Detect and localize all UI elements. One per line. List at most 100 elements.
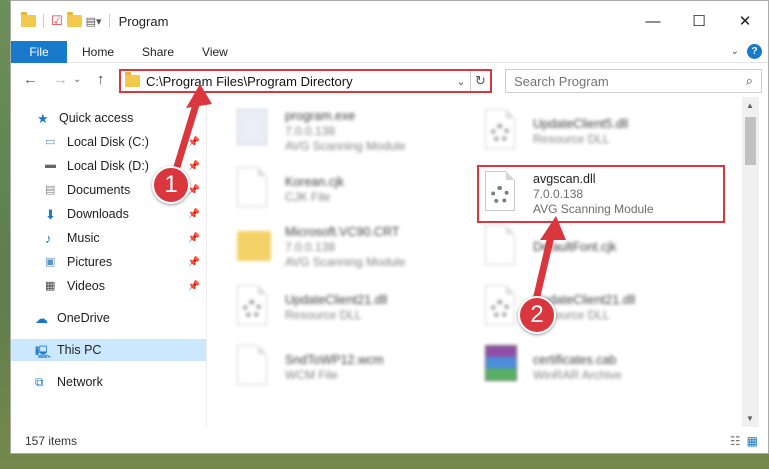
file-item[interactable]: UpdateClient21.dll Resource DLL (231, 281, 461, 333)
folder-icon (21, 12, 36, 27)
search-box[interactable]: ⌕ (505, 69, 762, 93)
file-version: 7.0.0.138 (285, 240, 336, 254)
sidebar-item-local-disk-c[interactable]: ▭ Local Disk (C:) 📌 (11, 131, 206, 153)
file-item[interactable]: DefaultFont.cjk (479, 221, 709, 273)
file-name: certificates.cab (533, 352, 617, 367)
sidebar-item-network[interactable]: ⧉ Network (11, 371, 206, 393)
pin-icon: 📌 (187, 136, 200, 148)
file-item[interactable]: UpdateClient21.dll Resource DLL (479, 281, 709, 333)
search-icon: ⌕ (745, 73, 753, 88)
pin-icon: 📌 (187, 256, 200, 268)
cloud-icon: ☁ (35, 311, 48, 326)
tab-home[interactable]: Home (67, 45, 128, 59)
file-description: AVG Scanning Module (285, 255, 406, 269)
file-item[interactable]: certificates.cab WinRAR Archive (479, 341, 709, 393)
minimize-button[interactable]: — (630, 1, 676, 41)
navigation-bar: ← → ⌄ ↑ C:\Program Files\Program Directo… (11, 63, 768, 97)
chevron-down-icon[interactable]: ⌄ (452, 75, 470, 88)
folder-icon (125, 72, 140, 87)
sidebar-item-videos[interactable]: ▦ Videos 📌 (11, 275, 206, 297)
recent-locations-icon[interactable]: ⌄ (73, 74, 81, 85)
computer-icon: 🖳 (35, 345, 52, 359)
sidebar-item-label: Documents (67, 183, 131, 197)
window-title: Program (118, 13, 169, 29)
file-icon (485, 225, 515, 265)
search-input[interactable] (506, 73, 726, 89)
sidebar-item-label: Downloads (67, 207, 129, 221)
sidebar-item-pictures[interactable]: ▣ Pictures 📌 (11, 251, 206, 273)
sidebar-item-label: Local Disk (C:) (67, 135, 149, 149)
scroll-down-icon[interactable]: ▼ (746, 414, 754, 423)
file-name: Microsoft.VC90.CRT (285, 225, 400, 239)
dll-icon (485, 171, 515, 211)
sidebar-item-label: OneDrive (57, 311, 110, 325)
help-icon[interactable]: ? (747, 44, 762, 59)
sidebar-item-onedrive[interactable]: ☁ OneDrive (11, 307, 206, 329)
tab-share[interactable]: Share (128, 45, 188, 59)
close-button[interactable]: ✕ (722, 1, 768, 41)
tab-file[interactable]: File (11, 40, 67, 63)
refresh-icon[interactable]: ↻ (470, 71, 490, 91)
sidebar-item-label: Network (57, 375, 103, 389)
ribbon-right: ⌄ ? (731, 44, 762, 59)
properties-icon[interactable]: ☑ (51, 13, 63, 29)
file-item[interactable]: UpdateClient5.dll Resource DLL (479, 105, 709, 157)
file-item[interactable]: Korean.cjk CJK File (231, 163, 461, 215)
status-bar: 157 items ☷ ▦ (11, 429, 768, 453)
file-item-avgscan[interactable]: avgscan.dll 7.0.0.138 AVG Scanning Modul… (477, 165, 725, 223)
vertical-scrollbar[interactable]: ▲ ▼ (742, 97, 759, 427)
dll-icon (485, 285, 515, 325)
file-type: Resource DLL (285, 307, 362, 322)
view-buttons: ☷ ▦ (730, 434, 758, 448)
toolbar-separator (43, 14, 44, 28)
large-icons-view-icon[interactable]: ▦ (747, 434, 758, 448)
pin-icon: 📌 (187, 280, 200, 292)
pictures-icon: ▣ (45, 256, 56, 268)
file-description: AVG Scanning Module (285, 139, 406, 153)
details-view-icon[interactable]: ☷ (730, 434, 741, 448)
file-item[interactable]: Microsoft.VC90.CRT 7.0.0.138 AVG Scannin… (231, 221, 461, 273)
address-path[interactable]: C:\Program Files\Program Directory (146, 74, 452, 89)
sidebar-item-quick-access[interactable]: ★ Quick access (11, 107, 206, 129)
file-item[interactable]: program.exe 7.0.0.138 AVG Scanning Modul… (231, 105, 461, 157)
star-icon: ★ (37, 111, 49, 126)
sidebar-item-music[interactable]: ♪ Music 📌 (11, 227, 206, 249)
sidebar-item-label: Music (67, 231, 100, 245)
ribbon-tabs: File Home Share View ⌄ ? (11, 40, 768, 63)
tab-view[interactable]: View (188, 45, 242, 59)
maximize-button[interactable]: ☐ (676, 1, 722, 41)
file-version: 7.0.0.138 (533, 187, 584, 201)
new-folder-icon[interactable] (66, 12, 82, 27)
file-name: avgscan.dll (533, 172, 596, 186)
up-button[interactable]: ↑ (97, 71, 105, 88)
forward-button[interactable]: → (53, 71, 68, 88)
address-bar[interactable]: C:\Program Files\Program Directory ⌄ ↻ (119, 69, 492, 93)
download-icon: ⬇ (45, 207, 56, 222)
file-type: WinRAR Archive (533, 367, 622, 382)
sidebar-item-downloads[interactable]: ⬇ Downloads 📌 (11, 203, 206, 225)
file-icon (237, 167, 267, 207)
music-icon: ♪ (45, 231, 52, 246)
pin-icon: 📌 (187, 160, 200, 172)
back-button[interactable]: ← (23, 71, 38, 88)
sidebar-item-this-pc[interactable]: 🖳 This PC (11, 339, 206, 361)
explorer-window: ☑ ▤▾ Program — ☐ ✕ File Home Share View … (10, 0, 769, 454)
file-item[interactable]: SndToWP12.wcm WCM File (231, 341, 461, 393)
title-bar: ☑ ▤▾ Program — ☐ ✕ (11, 1, 768, 41)
toolbar-separator (108, 14, 110, 28)
navigation-pane: ★ Quick access ▭ Local Disk (C:) 📌 ▬ Loc… (11, 97, 206, 427)
step-badge-1: 1 (152, 166, 190, 204)
customize-toolbar-icon[interactable]: ▤▾ (86, 15, 102, 28)
item-count: 157 items (25, 434, 78, 448)
file-name: DefaultFont.cjk (533, 240, 617, 254)
file-type: Resource DLL (533, 131, 610, 146)
sidebar-item-label: Quick access (59, 111, 134, 125)
expand-ribbon-icon[interactable]: ⌄ (731, 46, 739, 57)
archive-icon (485, 345, 517, 381)
sidebar-item-label: This PC (57, 343, 102, 357)
file-name: Korean.cjk (285, 174, 345, 189)
scroll-thumb[interactable] (745, 117, 756, 165)
scroll-up-icon[interactable]: ▲ (746, 101, 754, 110)
window-controls: — ☐ ✕ (630, 1, 768, 41)
file-name: program.exe (285, 109, 356, 123)
